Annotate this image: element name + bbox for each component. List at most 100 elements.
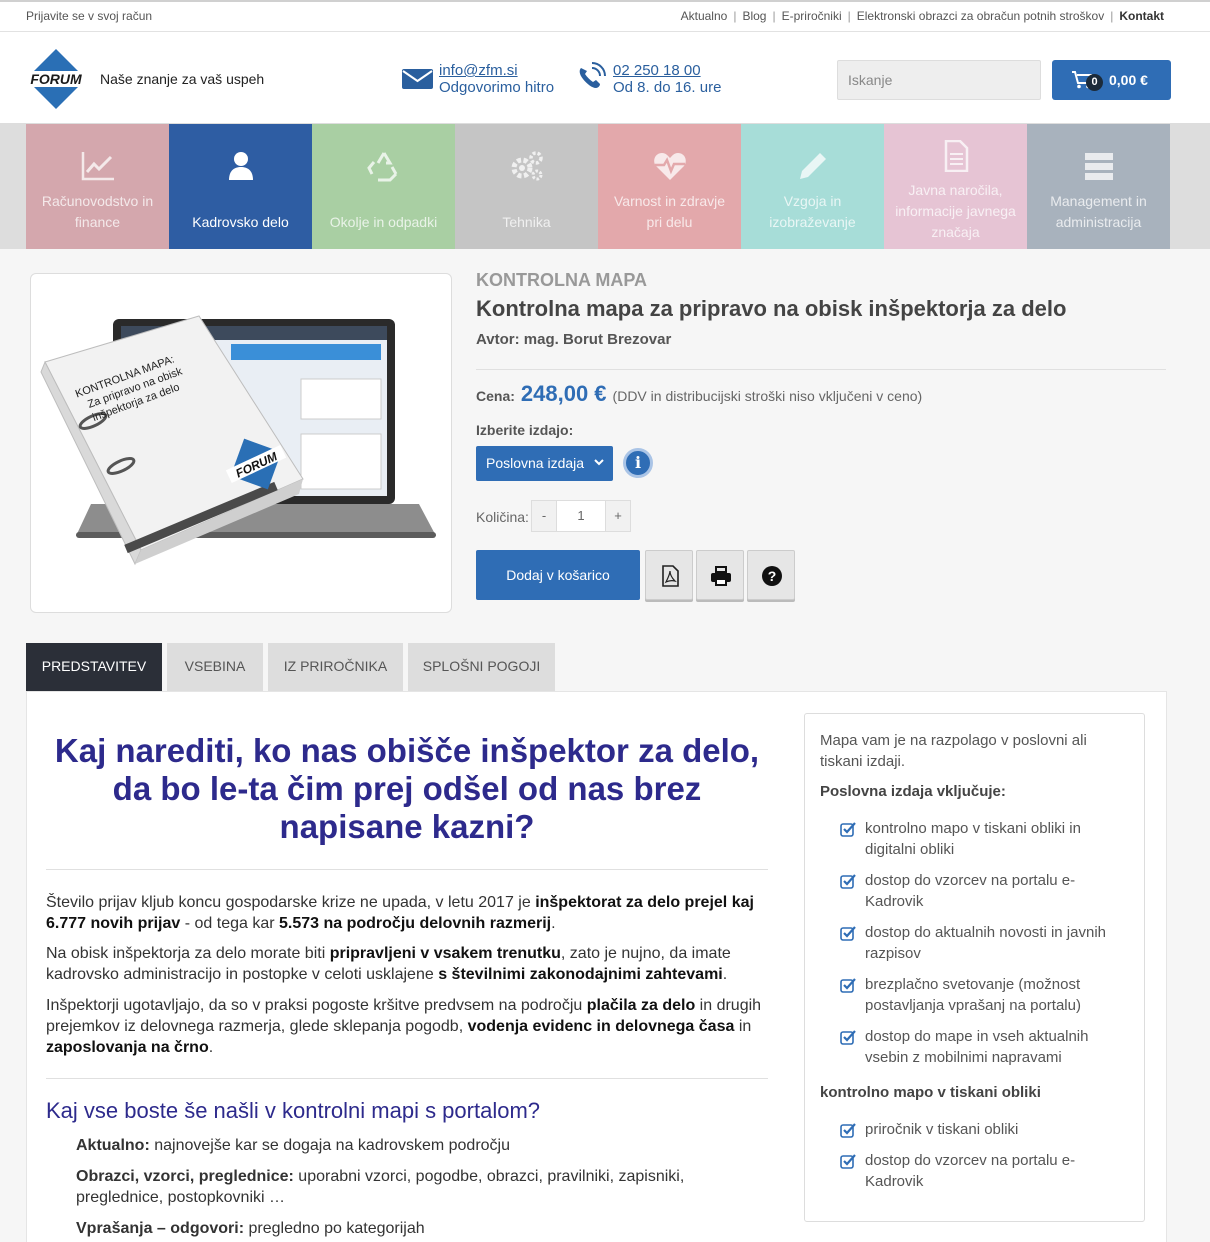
top-bar: Prijavite se v svoj račun Aktualno | Blog… bbox=[0, 0, 1210, 32]
phone-link[interactable]: 02 250 18 00 bbox=[613, 62, 721, 79]
sidebar-item-label: dostop do mape in vseh aktualnih vsebin … bbox=[865, 1028, 1089, 1066]
envelope-icon bbox=[402, 69, 433, 89]
search-input[interactable]: Iskanje bbox=[837, 60, 1041, 100]
print-icon bbox=[711, 566, 731, 586]
category-okolje[interactable]: Okolje in odpadki bbox=[312, 124, 455, 249]
category-label: Računovodstvo in finance bbox=[41, 193, 154, 230]
phone-subtext: Od 8. do 16. ure bbox=[613, 79, 722, 96]
emphasis-text: pripravljeni v vsakem trenutku bbox=[329, 945, 561, 962]
separator: | bbox=[772, 9, 776, 23]
sidebar-heading: Poslovna izdaja vključuje: bbox=[820, 783, 1006, 800]
category-javna-narocila[interactable]: Javna naročila, informacije javnega znač… bbox=[884, 124, 1027, 249]
category-label: Management in administracija bbox=[1050, 193, 1147, 230]
quantity-increase-button[interactable]: + bbox=[606, 501, 630, 531]
cart-total: 0,00 € bbox=[1109, 72, 1148, 88]
cart-count-badge: 0 bbox=[1086, 73, 1103, 91]
intro-paragraph-1: Število prijav kljub koncu gospodarske k… bbox=[46, 892, 768, 934]
pdf-icon bbox=[662, 565, 679, 587]
site-header: FORUM Naše znanje za vaš uspeh info@zfm.… bbox=[0, 32, 1210, 124]
category-vzgoja[interactable]: Vzgoja in izobraževanje bbox=[741, 124, 884, 249]
tab-vsebina[interactable]: VSEBINA bbox=[167, 643, 263, 691]
add-to-cart-button[interactable]: Dodaj v košarico bbox=[476, 550, 640, 600]
paragraph-text: . bbox=[208, 1039, 214, 1056]
tab-iz-prirocnika[interactable]: IZ PRIROČNIKA bbox=[268, 643, 403, 691]
forum-logo[interactable]: FORUM bbox=[26, 49, 86, 109]
product-kicker: KONTROLNA MAPA bbox=[476, 270, 647, 290]
list-item-desc: najnovejše kar se dogaja na kadrovskem p… bbox=[149, 1137, 510, 1154]
emphasis-text: 5.573 na področju delovnih razmerij bbox=[279, 915, 552, 932]
login-link[interactable]: Prijavite se v svoj račun bbox=[26, 9, 152, 23]
sidebar-item-label: dostop do vzorcev na portalu e-Kadrovik bbox=[865, 872, 1076, 910]
list-item-term: Aktualno: bbox=[76, 1137, 150, 1154]
emphasis-text: zaposlovanja na črno bbox=[46, 1039, 209, 1056]
category-tehnika[interactable]: Tehnika bbox=[455, 124, 598, 249]
category-label: Tehnika bbox=[502, 214, 551, 230]
paragraph-text: in bbox=[734, 1018, 752, 1035]
paragraph-text: - od tega kar bbox=[180, 915, 279, 932]
sidebar-item: priročnik v tiskani obliki bbox=[840, 1119, 1130, 1140]
category-label: Okolje in odpadki bbox=[329, 214, 438, 230]
server-icon bbox=[1084, 153, 1113, 180]
list-item-term: Obrazci, vzorci, preglednice: bbox=[76, 1168, 294, 1185]
chart-icon bbox=[81, 152, 114, 181]
paragraph-text: Inšpektorji ugotavljajo, da so v praksi … bbox=[46, 997, 587, 1014]
sidebar-item: brezplačno svetovanje (možnost postavlja… bbox=[840, 974, 1130, 1016]
print-button[interactable] bbox=[696, 550, 744, 600]
quantity-decrease-button[interactable]: - bbox=[532, 501, 556, 531]
paragraph-text: Število prijav kljub koncu gospodarske k… bbox=[46, 894, 536, 911]
phone-icon bbox=[579, 62, 606, 88]
phone-contact[interactable]: 02 250 18 00 Od 8. do 16. ure bbox=[575, 62, 721, 96]
price-label: Cena: bbox=[476, 388, 515, 404]
recycle-icon bbox=[366, 152, 397, 182]
category-nav: Računovodstvo in finance Kadrovsko delo … bbox=[0, 124, 1210, 249]
product-author: Avtor: mag. Borut Brezovar bbox=[476, 331, 671, 348]
cart-button[interactable]: 0 0,00 € bbox=[1052, 60, 1171, 100]
sidebar-item-label: dostop do vzorcev na portalu e-Kadrovik bbox=[865, 1152, 1076, 1190]
intro-paragraph-3: Inšpektorji ugotavljajo, da so v praksi … bbox=[46, 995, 768, 1058]
quantity-input[interactable]: 1 bbox=[556, 501, 606, 531]
checkbox-check-icon bbox=[840, 1030, 856, 1045]
paragraph-text: Na obisk inšpektorja za delo morate biti bbox=[46, 945, 330, 962]
intro-paragraph-2: Na obisk inšpektorja za delo morate biti… bbox=[46, 943, 768, 985]
help-button[interactable]: ? bbox=[747, 550, 795, 600]
top-link-kontakt[interactable]: Kontakt bbox=[1119, 9, 1164, 23]
checkbox-check-icon bbox=[840, 1154, 856, 1169]
pdf-button[interactable] bbox=[645, 550, 693, 600]
sidebar-item-label: brezplačno svetovanje (možnost postavlja… bbox=[865, 976, 1081, 1014]
document-icon bbox=[944, 140, 968, 172]
email-link[interactable]: info@zfm.si bbox=[439, 62, 554, 79]
sidebar-item: dostop do vzorcev na portalu e-Kadrovik bbox=[840, 870, 1130, 912]
category-varnost[interactable]: Varnost in zdravje pri delu bbox=[598, 124, 741, 249]
category-management[interactable]: Management in administracija bbox=[1027, 124, 1170, 249]
edition-select[interactable]: Poslovna izdaja bbox=[476, 446, 613, 481]
category-label: Javna naročila, informacije javnega znač… bbox=[895, 182, 1016, 240]
info-button[interactable]: i bbox=[623, 448, 653, 478]
sidebar-item: dostop do mape in vseh aktualnih vsebin … bbox=[840, 1026, 1130, 1068]
top-link-blog[interactable]: Blog bbox=[742, 9, 766, 23]
heartbeat-icon bbox=[653, 153, 686, 180]
checkbox-check-icon bbox=[840, 822, 856, 837]
category-label: Varnost in zdravje pri delu bbox=[613, 193, 725, 230]
category-kadrovsko-delo[interactable]: Kadrovsko delo bbox=[169, 124, 312, 249]
tab-predstavitev[interactable]: PREDSTAVITEV bbox=[26, 643, 162, 698]
list-item: Aktualno: najnovejše kar se dogaja na ka… bbox=[76, 1135, 726, 1156]
category-racunovodstvo[interactable]: Računovodstvo in finance bbox=[26, 124, 169, 249]
email-contact[interactable]: info@zfm.si Odgovorimo hitro bbox=[401, 62, 554, 96]
product-price: Cena: 248,00 € (DDV in distribucijski st… bbox=[476, 381, 922, 407]
product-image[interactable]: KONTROLNA MAPA: Za pripravo na obisk inš… bbox=[30, 273, 452, 613]
tagline: Naše znanje za vaš uspeh bbox=[100, 71, 265, 87]
top-link-obrazci[interactable]: Elektronski obrazci za obračun potnih st… bbox=[857, 9, 1104, 23]
author-link[interactable]: mag. Borut Brezovar bbox=[524, 331, 672, 348]
separator: | bbox=[847, 9, 851, 23]
category-label: Kadrovsko delo bbox=[192, 214, 289, 230]
top-link-aktualno[interactable]: Aktualno bbox=[681, 9, 728, 23]
gears-icon bbox=[511, 151, 543, 181]
sidebar-item-label: priročnik v tiskani obliki bbox=[865, 1121, 1019, 1138]
edition-label: Izberite izdajo: bbox=[476, 422, 574, 438]
tab-splosni-pogoji[interactable]: SPLOŠNI POGOJI bbox=[408, 643, 555, 691]
separator: | bbox=[733, 9, 737, 23]
divider bbox=[46, 1078, 768, 1079]
price-note: (DDV in distribucijski stroški niso vklj… bbox=[612, 388, 923, 404]
quantity-stepper: - 1 + bbox=[531, 500, 631, 532]
top-link-e-prirocniki[interactable]: E-priročniki bbox=[782, 9, 842, 23]
